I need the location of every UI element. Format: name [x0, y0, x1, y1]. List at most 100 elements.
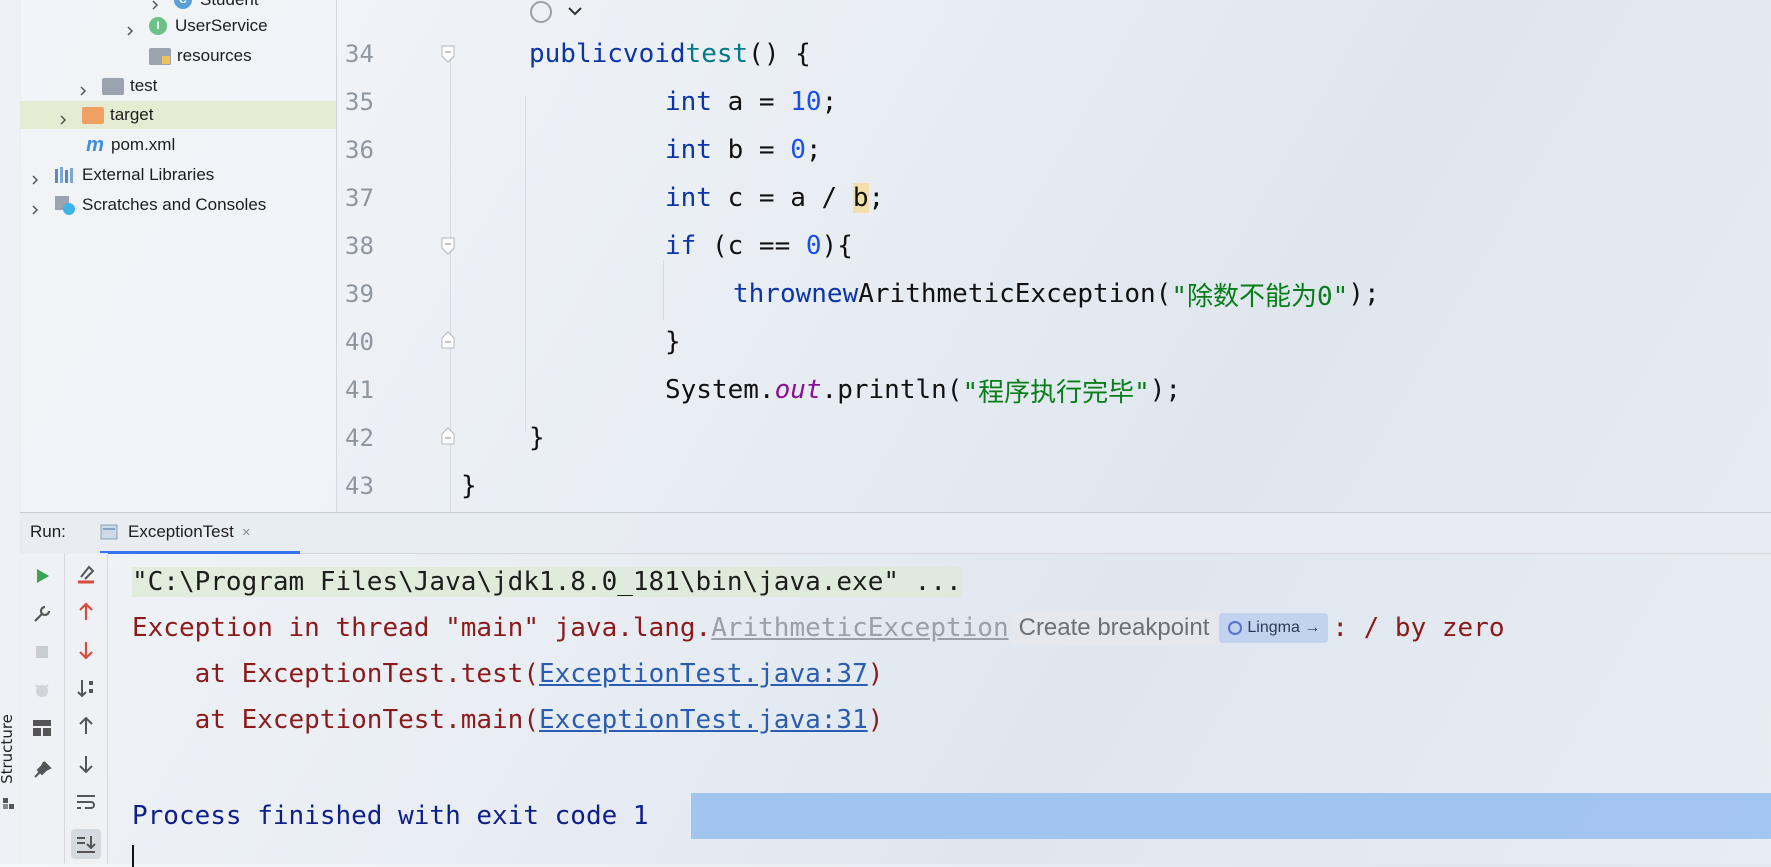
chevron-right-icon: [78, 81, 88, 96]
class-icon: C: [174, 0, 192, 9]
run-toolbar-secondary: [65, 553, 108, 864]
run-tab-exceptiontest[interactable]: ExceptionTest ×: [100, 513, 300, 554]
interface-icon: I: [149, 17, 167, 35]
folder-icon: [102, 77, 124, 95]
scroll-up-button[interactable]: [73, 713, 99, 739]
line-number: 35: [345, 88, 374, 116]
line-number: 42: [345, 424, 374, 452]
tree-item-test[interactable]: test: [78, 72, 157, 100]
close-icon[interactable]: ×: [242, 524, 251, 541]
arrow-up-red-icon: [79, 602, 93, 620]
clear-all-button[interactable]: [73, 561, 99, 587]
code-line-39: throw new ArithmeticException("除数不能为0");: [733, 279, 1380, 312]
next-occurrence-button[interactable]: [73, 637, 99, 663]
fold-icon[interactable]: [440, 44, 456, 64]
line-number: 36: [345, 136, 374, 164]
project-tree: C Student I UserService resources test t…: [20, 0, 337, 512]
ai-assistant-icon[interactable]: [527, 0, 587, 26]
wrench-icon: [34, 605, 51, 622]
console-command-line: "C:\Program Files\Java\jdk1.8.0_181\bin\…: [132, 567, 962, 597]
tree-item-userservice[interactable]: I UserService: [125, 12, 268, 40]
resources-folder-icon: [149, 47, 171, 65]
indent-guide: [663, 260, 664, 320]
arrow-down-red-icon: [79, 642, 93, 660]
run-tab-name: ExceptionTest: [128, 522, 234, 541]
line-number: 39: [345, 280, 374, 308]
excluded-folder-icon: [82, 106, 104, 124]
scratches-icon: [54, 195, 76, 215]
create-breakpoint-hint[interactable]: Create breakpoint: [1010, 611, 1218, 645]
stack-trace-link[interactable]: ExceptionTest.java:31: [539, 705, 868, 735]
pin-icon: [34, 761, 52, 778]
exception-class-link[interactable]: ArithmeticException: [711, 613, 1008, 643]
code-line-43: }: [461, 471, 477, 501]
wrap-icon: [77, 795, 95, 809]
code-line-34: public void test() {: [529, 39, 811, 69]
rerun-button[interactable]: [29, 563, 55, 589]
stop-button[interactable]: [29, 639, 55, 665]
run-toolbar-primary: [20, 553, 65, 864]
line-number: 38: [345, 232, 374, 260]
code-line-38: if (c == 0){: [665, 231, 853, 261]
tree-item-resources[interactable]: resources: [125, 42, 252, 70]
eraser-icon: [78, 565, 95, 584]
previous-occurrence-button[interactable]: [73, 599, 99, 625]
line-number: 43: [345, 472, 374, 500]
console-exit-line: Process finished with exit code 1: [132, 801, 649, 831]
console-stack-line: at ExceptionTest.main(ExceptionTest.java…: [132, 705, 884, 735]
text-selection: [691, 793, 1771, 839]
tree-item-pom[interactable]: m pom.xml: [85, 131, 175, 159]
run-label: Run:: [30, 522, 66, 541]
layout-icon: [33, 720, 51, 736]
chevron-right-icon: [30, 170, 40, 185]
chevron-right-icon: [30, 200, 40, 215]
sort-icon: [77, 680, 93, 698]
stack-trace-link[interactable]: ExceptionTest.java:37: [539, 659, 868, 689]
fold-end-icon[interactable]: [440, 426, 456, 446]
lingma-button[interactable]: Lingma →: [1219, 613, 1329, 643]
code-line-41: System. out .println("程序执行完毕");: [665, 375, 1182, 408]
sort-button[interactable]: [73, 675, 99, 701]
lingma-icon: [1228, 621, 1243, 635]
stop-icon: [36, 646, 48, 658]
soft-wrap-button[interactable]: [73, 789, 99, 815]
code-line-36: int b = 0;: [665, 135, 822, 165]
run-config-icon: [100, 524, 118, 540]
tree-item-target[interactable]: target: [20, 101, 336, 129]
line-number: 34: [345, 40, 374, 68]
modify-config-button[interactable]: [29, 601, 55, 627]
console-stack-line: at ExceptionTest.test(ExceptionTest.java…: [132, 659, 884, 689]
code-editor[interactable]: 34 35 36 37 38 39 40 41 42 43 public voi…: [337, 0, 1771, 512]
structure-tool-tab[interactable]: Structure: [0, 700, 20, 800]
run-panel-header: Run: ExceptionTest ×: [20, 512, 1771, 554]
line-number: 41: [345, 376, 374, 404]
fold-icon[interactable]: [440, 236, 456, 256]
code-line-37: int c = a / b;: [665, 183, 885, 213]
pin-tab-button[interactable]: [29, 757, 55, 783]
tree-item-external-libraries[interactable]: External Libraries: [30, 161, 214, 189]
layout-button[interactable]: [29, 715, 55, 741]
arrow-down-icon: [79, 756, 93, 774]
code-line-35: int a = 10;: [665, 87, 838, 117]
chevron-right-icon: [58, 110, 68, 125]
chevron-right-icon: [125, 21, 135, 36]
fold-end-icon[interactable]: [440, 330, 456, 350]
scroll-to-end-button[interactable]: [71, 829, 101, 859]
play-icon: [37, 569, 49, 583]
arrow-up-icon: [79, 716, 93, 734]
indent-guide: [525, 96, 526, 432]
scroll-end-icon: [77, 836, 96, 853]
libraries-icon: [54, 166, 76, 184]
debug-button[interactable]: [29, 677, 55, 703]
code-line-42: }: [529, 423, 545, 453]
bug-icon: [35, 684, 49, 697]
code-line-40: }: [665, 327, 681, 357]
scroll-down-button[interactable]: [73, 751, 99, 777]
chevron-right-icon: [150, 0, 160, 10]
tree-item-scratches[interactable]: Scratches and Consoles: [30, 191, 266, 219]
line-number: 40: [345, 328, 374, 356]
console-output[interactable]: "C:\Program Files\Java\jdk1.8.0_181\bin\…: [108, 553, 1771, 867]
structure-icon: [3, 798, 14, 809]
maven-icon: m: [86, 133, 104, 156]
line-number: 37: [345, 184, 374, 212]
